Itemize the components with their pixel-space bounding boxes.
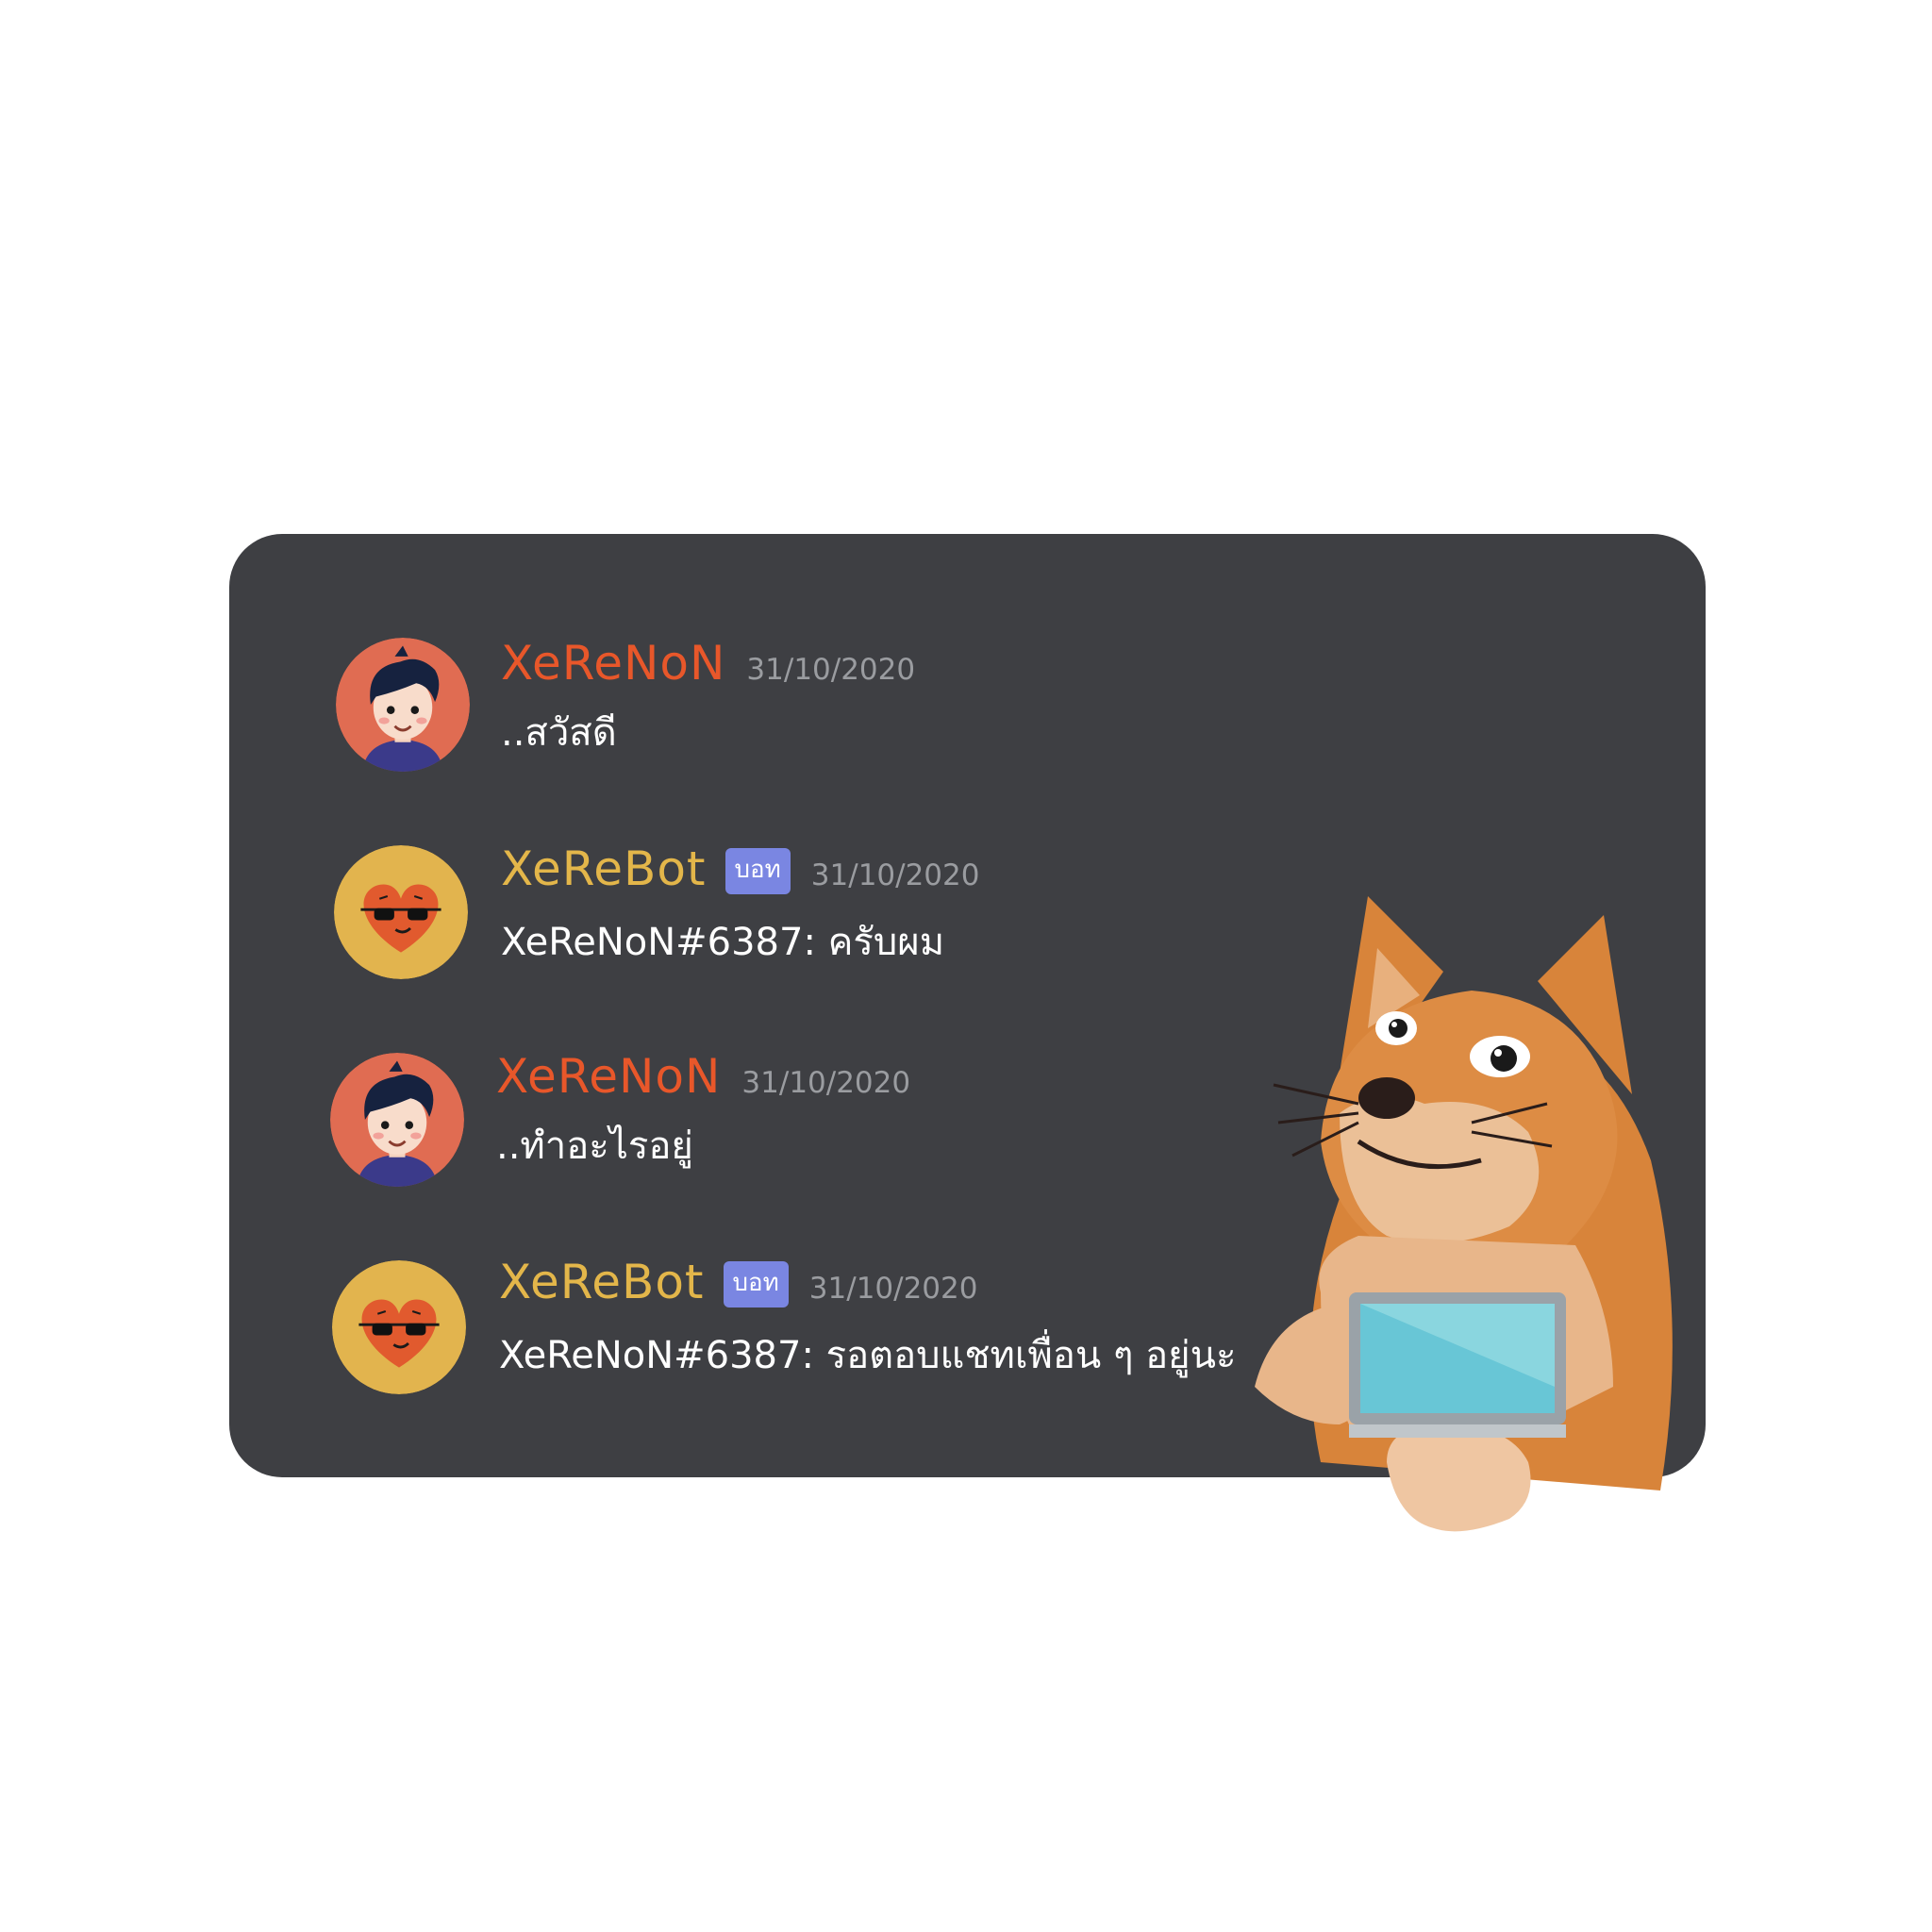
message-text: XeReNoN#6387: ครับผม	[501, 921, 945, 964]
author-name[interactable]: XeReBot	[501, 841, 707, 896]
doge-icon	[1255, 896, 1673, 1532]
timestamp: 31/10/2020	[808, 1272, 978, 1306]
message-text: ..สวัสดี	[501, 711, 617, 755]
message-header: XeReNoN 31/10/2020	[501, 636, 915, 691]
timestamp: 31/10/2020	[810, 858, 980, 892]
message-header: XeReBot บอท 31/10/2020	[501, 841, 979, 902]
message-text: XeReNoN#6387: รอตอบแชทเพื่อน ๆ อยู่นะ	[499, 1334, 1237, 1377]
bot-avatar[interactable]	[332, 1260, 466, 1394]
doge-laptop-illustration	[1255, 896, 1689, 1568]
boy-avatar-icon	[336, 638, 470, 772]
heart-sunglasses-avatar-icon	[332, 1260, 466, 1394]
user-avatar[interactable]	[336, 638, 470, 772]
timestamp: 31/10/2020	[746, 653, 916, 687]
message-text: ..ทำอะไรอยู่	[496, 1124, 693, 1168]
author-name[interactable]: XeReBot	[499, 1255, 705, 1309]
author-name[interactable]: XeReNoN	[496, 1049, 721, 1104]
boy-avatar-icon	[330, 1053, 464, 1187]
bot-badge: บอท	[723, 1261, 789, 1307]
author-name[interactable]: XeReNoN	[501, 636, 725, 691]
message-header: XeReNoN 31/10/2020	[496, 1049, 910, 1104]
user-avatar[interactable]	[330, 1053, 464, 1187]
bot-avatar[interactable]	[334, 845, 468, 979]
message-header: XeReBot บอท 31/10/2020	[499, 1255, 977, 1315]
timestamp: 31/10/2020	[741, 1066, 911, 1100]
bot-badge: บอท	[724, 848, 791, 894]
heart-sunglasses-avatar-icon	[334, 845, 468, 979]
